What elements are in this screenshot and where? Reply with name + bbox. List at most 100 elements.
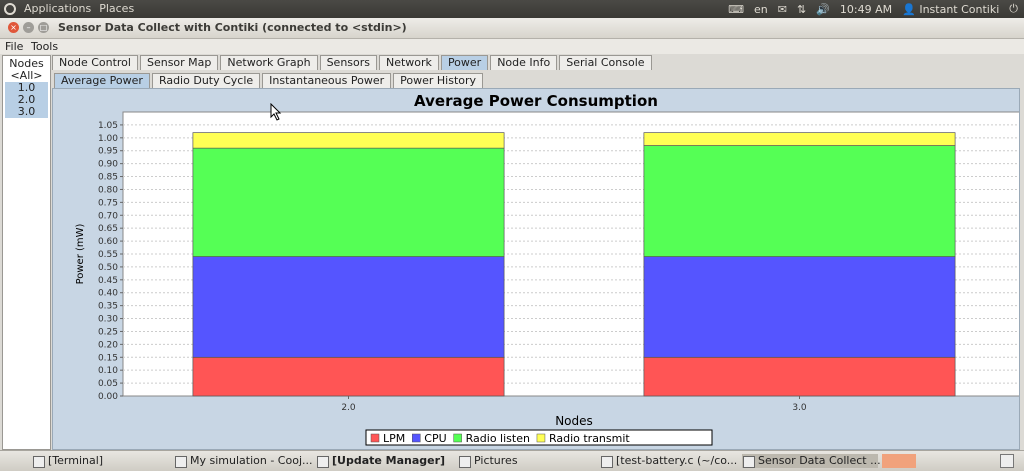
power-icon[interactable]: ⏻: [1009, 2, 1018, 16]
task-update-manager[interactable]: [Update Manager]: [316, 454, 445, 468]
minimize-icon[interactable]: –: [23, 22, 34, 33]
mouse-cursor-icon: [270, 103, 282, 121]
y-tick-label: 0.60: [98, 237, 118, 247]
y-tick-label: 0.00: [98, 392, 118, 402]
x-tick-label: 2.0: [341, 403, 356, 413]
legend-label: Radio listen: [466, 432, 530, 445]
y-tick-label: 0.25: [98, 327, 118, 337]
task-label: Sensor Data Collect ...: [758, 454, 881, 467]
y-tick-label: 1.05: [98, 121, 118, 131]
terminal-icon: [33, 456, 45, 468]
x-tick-label: 3.0: [792, 403, 807, 413]
mail-icon[interactable]: ✉: [778, 3, 787, 16]
task-label: My simulation - Cooj...: [190, 454, 313, 467]
y-tick-label: 0.50: [98, 263, 118, 273]
folder-icon: [459, 456, 471, 468]
y-tick-label: 0.80: [98, 185, 118, 195]
y-tick-label: 0.70: [98, 211, 118, 221]
top-panel: Applications Places ⌨ en ✉ ⇅ 🔊 10:49 AM …: [0, 0, 1024, 18]
tab-network[interactable]: Network: [379, 55, 439, 70]
text-editor-icon: [601, 456, 613, 468]
task-sensor-data-collect[interactable]: Sensor Data Collect ...: [742, 454, 881, 468]
y-tick-label: 0.30: [98, 315, 118, 325]
bar-segment: [643, 356, 956, 397]
subtab-radio-duty-cycle[interactable]: Radio Duty Cycle: [151, 73, 261, 88]
user-name: Instant Contiki: [919, 2, 1000, 16]
task-label: [Terminal]: [48, 454, 104, 467]
java-app-icon: [743, 456, 755, 468]
bar-segment: [192, 356, 505, 397]
y-axis-label: Power (mW): [75, 223, 86, 284]
main-tabs: Node Control Sensor Map Network Graph Se…: [52, 55, 654, 70]
legend-label: Radio transmit: [549, 432, 630, 445]
y-tick-label: 0.35: [98, 302, 118, 312]
y-tick-label: 1.00: [98, 134, 118, 144]
y-tick-label: 0.15: [98, 353, 118, 363]
legend-swatch: [453, 433, 462, 443]
close-icon[interactable]: ×: [8, 22, 19, 33]
y-tick-label: 0.95: [98, 147, 118, 157]
user-menu[interactable]: 👤 Instant Contiki: [902, 3, 999, 16]
y-tick-label: 0.75: [98, 198, 118, 208]
legend-label: LPM: [383, 432, 405, 445]
clock[interactable]: 10:49 AM: [840, 3, 892, 16]
bar-segment: [192, 132, 505, 149]
y-tick-label: 0.55: [98, 250, 118, 260]
subtab-power-history[interactable]: Power History: [393, 73, 484, 88]
tab-network-graph[interactable]: Network Graph: [220, 55, 318, 70]
legend-swatch: [412, 433, 421, 443]
network-icon[interactable]: ⇅: [797, 3, 806, 16]
task-label: [Update Manager]: [332, 454, 446, 467]
workspace-switcher[interactable]: [882, 454, 916, 468]
nodes-list: Nodes <All> 1.0 2.0 3.0: [2, 55, 51, 450]
task-label: Pictures: [474, 454, 518, 467]
chart-container: Average Power Consumption 0.00 0.05 0.10 0.1…: [52, 88, 1024, 450]
chart-title: Average Power Consumption: [414, 92, 658, 110]
user-icon: 👤: [902, 2, 916, 16]
tab-sensors[interactable]: Sensors: [319, 55, 377, 70]
task-pictures[interactable]: Pictures: [458, 454, 518, 468]
main-panel: Node Control Sensor Map Network Graph Se…: [52, 55, 1024, 450]
legend-label: CPU: [424, 432, 446, 445]
language-indicator[interactable]: en: [754, 3, 768, 16]
keyboard-icon[interactable]: ⌨: [728, 3, 744, 16]
bar-segment: [192, 256, 505, 358]
task-terminal[interactable]: [Terminal]: [32, 454, 103, 468]
bar-segment: [643, 256, 956, 358]
tab-power[interactable]: Power: [440, 55, 489, 70]
legend-swatch: [370, 433, 380, 443]
update-manager-icon: [317, 456, 329, 468]
task-editor[interactable]: [test-battery.c (~/co...: [600, 454, 737, 468]
y-tick-label: 0.20: [98, 340, 118, 350]
tab-node-control[interactable]: Node Control: [52, 55, 138, 70]
maximize-icon[interactable]: □: [38, 22, 49, 33]
java-app-icon: [175, 456, 187, 468]
task-label: [test-battery.c (~/co...: [616, 454, 738, 467]
legend-swatch: [536, 433, 546, 443]
y-tick-label: 0.45: [98, 276, 118, 286]
power-chart: Average Power Consumption 0.00 0.05 0.10 0.1…: [75, 92, 1024, 446]
window-title: Sensor Data Collect with Contiki (connec…: [58, 21, 407, 34]
menu-file[interactable]: File: [5, 40, 23, 53]
tab-node-info[interactable]: Node Info: [490, 55, 558, 70]
y-tick-label: 0.65: [98, 224, 118, 234]
y-tick-label: 0.10: [98, 366, 118, 376]
node-item-3-0[interactable]: 3.0: [5, 106, 48, 118]
subtab-average-power[interactable]: Average Power: [54, 73, 150, 88]
window-titlebar[interactable]: × – □ Sensor Data Collect with Contiki (…: [0, 18, 1024, 39]
volume-icon[interactable]: 🔊: [816, 3, 830, 16]
x-axis-label: Nodes: [555, 414, 593, 428]
power-subtabs: Average Power Radio Duty Cycle Instantan…: [54, 73, 485, 88]
task-cooja[interactable]: My simulation - Cooj...: [174, 454, 313, 468]
menu-bar: File Tools: [0, 39, 1024, 54]
bar-segment: [192, 147, 505, 257]
nodes-header: Nodes: [9, 57, 44, 70]
ubuntu-logo-icon[interactable]: [4, 2, 16, 15]
places-menu[interactable]: Places: [99, 2, 134, 15]
subtab-instantaneous-power[interactable]: Instantaneous Power: [262, 73, 392, 88]
applications-menu[interactable]: Applications: [24, 2, 91, 15]
tab-serial-console[interactable]: Serial Console: [559, 55, 652, 70]
tab-sensor-map[interactable]: Sensor Map: [139, 55, 219, 70]
trash-icon[interactable]: [1000, 454, 1014, 468]
menu-tools[interactable]: Tools: [31, 40, 58, 53]
